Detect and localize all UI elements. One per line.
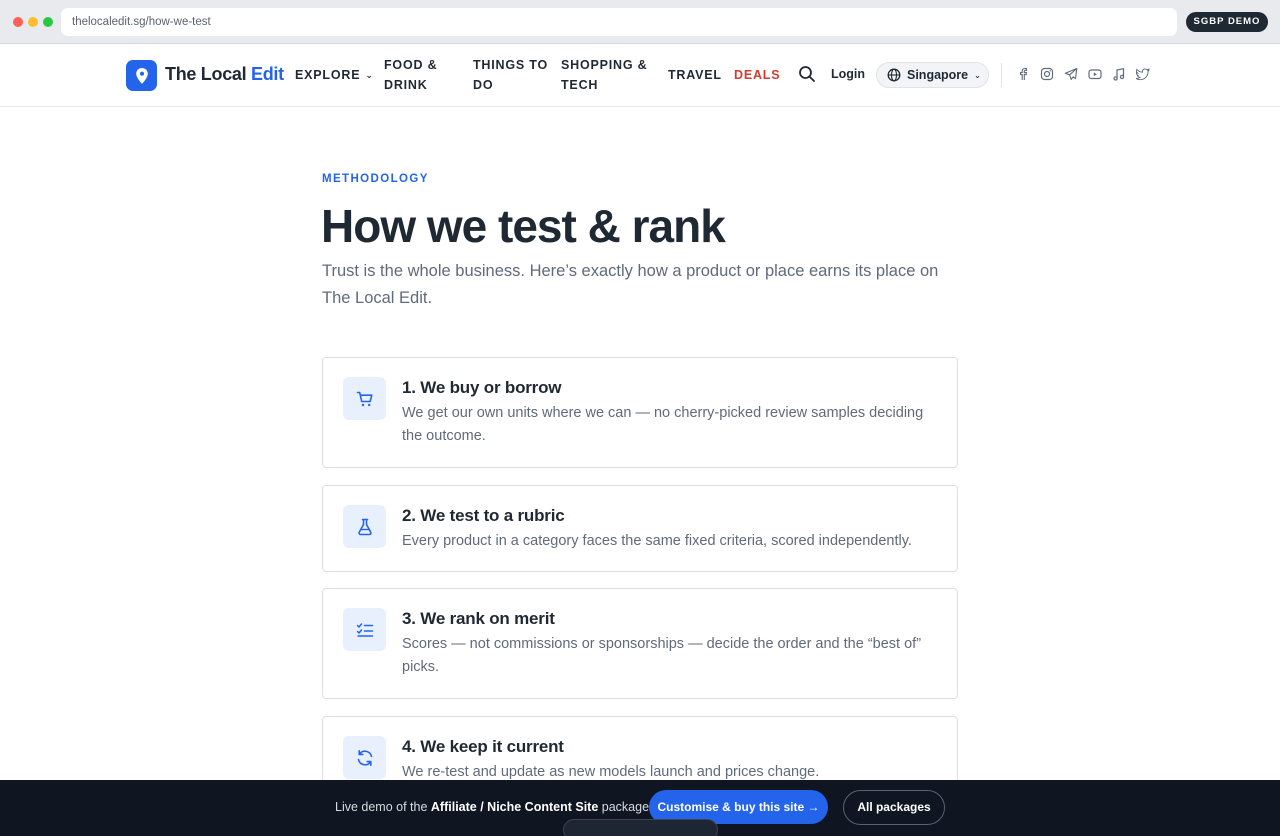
step-icon-box xyxy=(343,608,386,651)
telegram-icon[interactable] xyxy=(1064,67,1078,81)
region-label: Singapore xyxy=(907,68,969,82)
tiktok-icon[interactable] xyxy=(1112,67,1126,81)
logo-accent: Edit xyxy=(251,64,284,84)
page-lede: Trust is the whole business. Here’s exac… xyxy=(322,262,939,307)
nav-things-line2: DO xyxy=(473,78,494,92)
header-divider xyxy=(1001,63,1002,87)
step-card: 1. We buy or borrow We get our own units… xyxy=(322,357,958,468)
step-description: We get our own units where we can — no c… xyxy=(402,405,924,444)
search-icon[interactable] xyxy=(798,65,816,83)
step-title: 4. We keep it current xyxy=(402,737,564,756)
youtube-icon[interactable] xyxy=(1088,67,1102,81)
logo-name: The Local xyxy=(165,64,247,84)
shopping-cart-icon xyxy=(356,391,373,406)
chevron-down-icon: ⌄ xyxy=(974,70,981,80)
window-minimize-dot[interactable] xyxy=(28,17,38,27)
step-description: Every product in a category faces the sa… xyxy=(402,533,912,549)
window-close-dot[interactable] xyxy=(13,17,23,27)
nav-shopping-line1: SHOPPING & xyxy=(561,58,648,72)
twitter-icon[interactable] xyxy=(1136,67,1150,81)
login-link[interactable]: Login xyxy=(831,67,865,81)
nav-food-drink[interactable]: FOOD & DRINK xyxy=(384,55,437,95)
banner-package-name: Affiliate / Niche Content Site xyxy=(430,800,599,814)
step-card: 2. We test to a rubric Every product in … xyxy=(322,485,958,572)
step-card: 3. We rank on merit Scores — not commiss… xyxy=(322,588,958,699)
all-packages-button[interactable]: All packages xyxy=(843,790,945,825)
banner-text: Live demo of the Affiliate / Niche Conte… xyxy=(335,800,653,814)
demo-badge: SGBP DEMO xyxy=(1186,12,1268,32)
step-title: 1. We buy or borrow xyxy=(402,378,562,397)
browser-chrome: thelocaledit.sg/how-we-test SGBP DEMO xyxy=(0,0,1280,44)
region-selector[interactable]: Singapore ⌄ xyxy=(876,62,989,88)
globe-icon xyxy=(887,68,901,82)
step-description: Scores — not commissions or sponsorships… xyxy=(402,636,922,675)
nav-food-line1: FOOD & xyxy=(384,58,438,72)
flask-icon xyxy=(357,518,372,535)
step-title: 3. We rank on merit xyxy=(402,609,555,628)
refresh-icon xyxy=(357,749,372,766)
window-maximize-dot[interactable] xyxy=(43,17,53,27)
step-icon-box xyxy=(343,505,386,548)
instagram-icon[interactable] xyxy=(1040,67,1054,81)
nav-shopping-line2: TECH xyxy=(561,78,599,92)
address-bar[interactable]: thelocaledit.sg/how-we-test xyxy=(61,8,1177,36)
checklist-icon xyxy=(356,622,373,637)
site-header: The Local Edit EXPLORE ⌄ FOOD & DRINK THI… xyxy=(0,44,1280,107)
nav-food-line2: DRINK xyxy=(384,78,428,92)
banner-suffix: package. xyxy=(601,800,653,814)
site-logo[interactable]: The Local Edit xyxy=(165,64,284,85)
nav-explore-label: EXPLORE xyxy=(295,68,361,82)
step-title: 2. We test to a rubric xyxy=(402,506,565,525)
nav-travel[interactable]: TRAVEL xyxy=(668,65,722,85)
nav-explore[interactable]: EXPLORE ⌄ xyxy=(295,65,374,85)
nav-things-line1: THINGS TO xyxy=(473,58,549,72)
map-pin-icon xyxy=(135,67,148,84)
step-icon-box xyxy=(343,377,386,420)
logo-badge[interactable] xyxy=(126,60,157,91)
page-title: How we test & rank xyxy=(321,200,726,252)
banner-prefix: Live demo of the xyxy=(335,800,428,814)
nav-deals[interactable]: DEALS xyxy=(734,65,780,85)
nav-things-to-do[interactable]: THINGS TO DO xyxy=(473,55,548,95)
floating-toolbar[interactable] xyxy=(563,819,718,836)
nav-shopping-tech[interactable]: SHOPPING & TECH xyxy=(561,55,648,95)
step-icon-box xyxy=(343,736,386,779)
chevron-down-icon: ⌄ xyxy=(365,70,374,80)
page-eyebrow: METHODOLOGY xyxy=(322,173,429,185)
facebook-icon[interactable] xyxy=(1016,67,1030,81)
